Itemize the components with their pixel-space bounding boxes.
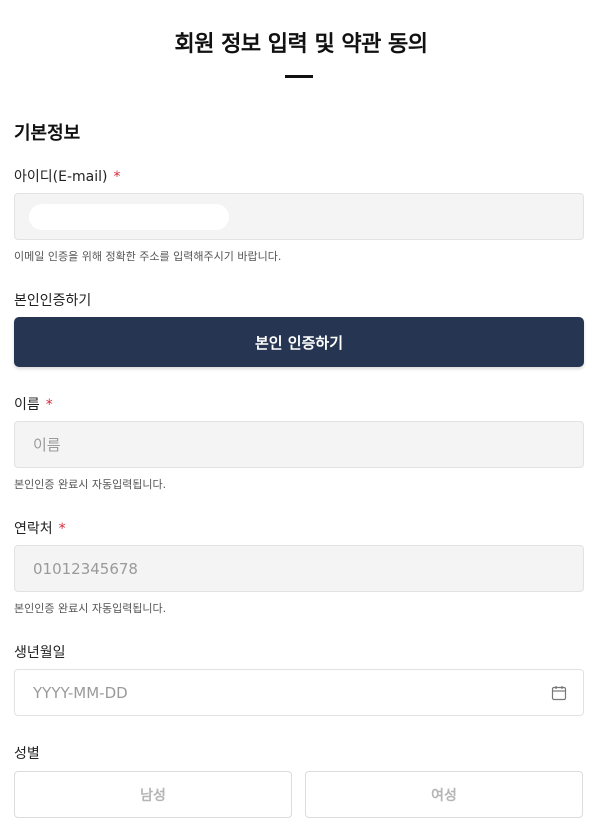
- birth-date-field[interactable]: YYYY-MM-DD: [14, 669, 584, 716]
- birth-placeholder: YYYY-MM-DD: [33, 683, 128, 702]
- phone-label-text: 연락처: [14, 521, 53, 537]
- redacted-email-value: [29, 204, 229, 230]
- phone-hint: 본인인증 완료시 자동입력됩니다.: [14, 602, 167, 615]
- name-field[interactable]: 이름: [14, 421, 584, 468]
- name-label-text: 이름: [14, 397, 40, 413]
- email-hint: 이메일 인증을 위해 정확한 주소를 입력해주시기 바랍니다.: [14, 250, 282, 263]
- required-mark: *: [58, 521, 66, 537]
- gender-option-male[interactable]: 남성: [14, 771, 292, 818]
- email-field[interactable]: [14, 193, 584, 240]
- email-label-text: 아이디(E-mail): [14, 169, 108, 185]
- page-title: 회원 정보 입력 및 약관 동의: [174, 32, 428, 57]
- phone-field[interactable]: 01012345678: [14, 545, 584, 592]
- section-title-basic-info: 기본정보: [14, 123, 81, 144]
- gender-option-female[interactable]: 여성: [305, 771, 583, 818]
- phone-label: 연락처 *: [14, 518, 66, 538]
- required-mark: *: [113, 169, 121, 185]
- auth-label: 본인인증하기: [14, 293, 92, 309]
- signup-form-page: 회원 정보 입력 및 약관 동의 기본정보 아이디(E-mail) * 이메일 인…: [0, 0, 602, 830]
- name-label: 이름 *: [14, 394, 53, 414]
- email-label: 아이디(E-mail) *: [14, 166, 120, 186]
- required-mark: *: [45, 397, 53, 413]
- name-placeholder: 이름: [33, 436, 61, 454]
- title-underline: [285, 75, 313, 78]
- phone-placeholder: 01012345678: [33, 559, 138, 578]
- gender-label: 성별: [14, 746, 40, 762]
- name-hint: 본인인증 완료시 자동입력됩니다.: [14, 478, 167, 491]
- birth-label: 생년월일: [14, 645, 66, 661]
- identity-verify-button[interactable]: 본인 인증하기: [14, 317, 584, 367]
- calendar-icon[interactable]: [551, 685, 567, 701]
